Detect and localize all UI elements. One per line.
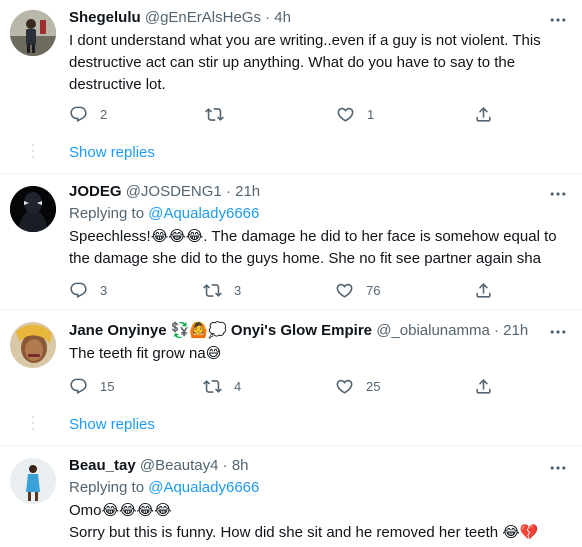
- reply-icon: [69, 377, 88, 396]
- like-count: 76: [366, 282, 381, 298]
- display-name[interactable]: Beau_tay: [69, 457, 136, 474]
- tweet-text: I dont understand what you are writing..…: [69, 32, 541, 93]
- reply-icon: [69, 281, 88, 300]
- handle[interactable]: @JOSDENG1: [126, 183, 222, 200]
- like-button[interactable]: 25: [335, 375, 380, 397]
- timestamp[interactable]: · 4h: [265, 9, 291, 26]
- timestamp[interactable]: · 21h: [494, 322, 528, 339]
- display-name[interactable]: Jane Onyinye 💱🙆💭 Onyi's Glow Empire: [69, 322, 372, 339]
- replying-to-handle[interactable]: @Aqualady6666: [148, 205, 259, 222]
- like-count: 1: [367, 106, 375, 122]
- tweet-actions: 3 3 76: [69, 279, 509, 301]
- like-icon: [335, 281, 354, 300]
- tweet-header: Shegelulu @gEnErAlsHeGs · 4h: [69, 8, 546, 28]
- replying-to-handle[interactable]: @Aqualady6666: [148, 479, 259, 496]
- retweet-icon: [205, 105, 224, 124]
- reply-count: 2: [100, 106, 108, 122]
- replying-to-label: Replying to: [69, 205, 145, 222]
- avatar[interactable]: [10, 186, 56, 232]
- retweet-count: 4: [234, 378, 242, 394]
- retweet-icon: [203, 377, 222, 396]
- tweet-actions: 2 1: [69, 103, 509, 125]
- more-icon[interactable]: [548, 184, 568, 204]
- retweet-count: 3: [234, 282, 242, 298]
- like-button[interactable]: 76: [335, 279, 380, 301]
- tweet-beau-tay[interactable]: Beau_tay @Beautay4 · 8h Replying to @Aqu…: [0, 446, 582, 547]
- reply-icon: [69, 105, 88, 124]
- tweet-shegelulu[interactable]: Shegelulu @gEnErAlsHeGs · 4h I dont unde…: [0, 0, 582, 138]
- timestamp[interactable]: · 8h: [223, 457, 249, 474]
- tweet-header: Beau_tay @Beautay4 · 8h: [69, 456, 546, 476]
- retweet-button[interactable]: 3: [203, 279, 241, 301]
- handle[interactable]: @Beautay4: [140, 457, 219, 474]
- retweet-button[interactable]: 4: [203, 375, 241, 397]
- share-button[interactable]: [474, 375, 493, 397]
- more-icon[interactable]: [548, 10, 568, 30]
- reply-button[interactable]: 3: [69, 279, 107, 301]
- tweet-jane-onyinye[interactable]: Jane Onyinye 💱🙆💭 Onyi's Glow Empire @_ob…: [0, 310, 582, 405]
- handle[interactable]: @gEnErAlsHeGs: [145, 9, 261, 26]
- like-icon: [335, 377, 354, 396]
- avatar[interactable]: [10, 322, 56, 368]
- more-icon[interactable]: [548, 458, 568, 478]
- replying-to: Replying to @Aqualady6666: [69, 478, 546, 498]
- reply-button[interactable]: 2: [69, 103, 107, 125]
- timestamp[interactable]: · 21h: [226, 183, 260, 200]
- thread-dots: [31, 144, 35, 162]
- like-button[interactable]: 1: [336, 103, 374, 125]
- share-icon: [474, 281, 493, 300]
- tweet-text: Speechless!😂😂😂. The damage he did to her…: [69, 228, 557, 267]
- share-icon: [474, 105, 493, 124]
- like-icon: [336, 105, 355, 124]
- avatar[interactable]: [10, 10, 56, 56]
- tweet-text: The teeth fit grow na😅: [69, 345, 222, 362]
- handle[interactable]: @_obialunamma: [376, 322, 490, 339]
- avatar[interactable]: [10, 458, 56, 504]
- display-name[interactable]: Shegelulu: [69, 9, 141, 26]
- replying-to-label: Replying to: [69, 479, 145, 496]
- display-name[interactable]: JODEG: [69, 183, 122, 200]
- share-icon: [474, 377, 493, 396]
- tweet-header: JODEG @JOSDENG1 · 21h: [69, 182, 546, 202]
- share-button[interactable]: [474, 279, 493, 301]
- reply-button[interactable]: 15: [69, 375, 114, 397]
- show-replies-link[interactable]: Show replies: [69, 144, 155, 161]
- tweet-jodeg[interactable]: JODEG @JOSDENG1 · 21h Replying to @Aqual…: [0, 174, 582, 310]
- tweet-header: Jane Onyinye 💱🙆💭 Onyi's Glow Empire @_ob…: [69, 321, 546, 341]
- more-icon[interactable]: [548, 322, 568, 342]
- reply-count: 3: [100, 282, 108, 298]
- reply-count: 15: [100, 378, 115, 394]
- share-button[interactable]: [474, 103, 493, 125]
- tweet-actions: 15 4 25: [69, 375, 509, 397]
- retweet-button[interactable]: [205, 103, 224, 125]
- thread-dots: [31, 416, 35, 434]
- replying-to: Replying to @Aqualady6666: [69, 204, 546, 224]
- show-replies-link[interactable]: Show replies: [69, 416, 155, 433]
- like-count: 25: [366, 378, 381, 394]
- tweet-text-line-2: Sorry but this is funny. How did she sit…: [69, 524, 539, 541]
- tweet-text-line-1: Omo😂😂😂😂: [69, 502, 172, 519]
- retweet-icon: [203, 281, 222, 300]
